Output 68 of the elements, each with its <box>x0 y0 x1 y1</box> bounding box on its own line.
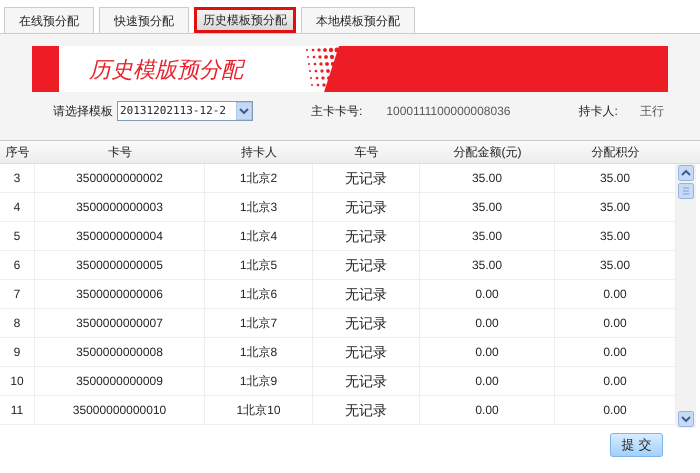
tab[interactable]: 快速预分配 <box>99 7 189 33</box>
table-cell: 0.00 <box>420 280 555 308</box>
table-cell: 0.00 <box>420 309 555 337</box>
table-cell: 35.00 <box>420 164 555 192</box>
scrollbar[interactable] <box>676 164 696 428</box>
table-cell: 1北京10 <box>205 396 313 424</box>
table-cell: 0.00 <box>420 367 555 395</box>
dropdown-icon <box>236 102 252 120</box>
column-header: 卡号 <box>107 144 133 161</box>
table-cell: 7 <box>0 280 35 308</box>
table-cell: 1北京8 <box>205 338 313 366</box>
table-cell: 3500000000004 <box>35 222 205 250</box>
tab[interactable]: 本地模板预分配 <box>301 7 415 33</box>
table-cell: 6 <box>0 251 35 279</box>
table-cell: 3500000000006 <box>35 280 205 308</box>
table-cell: 1北京7 <box>205 309 313 337</box>
table-cell: 3500000000008 <box>35 338 205 366</box>
table-cell: 1北京5 <box>205 251 313 279</box>
holder-label: 持卡人: <box>578 103 618 120</box>
table-cell: 1北京6 <box>205 280 313 308</box>
column-header: 分配金额(元) <box>452 144 522 161</box>
table-cell: 3500000000007 <box>35 309 205 337</box>
table-cell: 8 <box>0 309 35 337</box>
table-cell: 无记录 <box>313 396 420 424</box>
holder-value: 王行 <box>640 103 664 120</box>
table-cell: 1北京9 <box>205 367 313 395</box>
tab[interactable]: 在线预分配 <box>4 7 94 33</box>
table-cell: 35.00 <box>420 251 555 279</box>
table-cell: 1北京3 <box>205 193 313 221</box>
scroll-thumb-icon[interactable] <box>678 183 694 199</box>
scroll-up-icon[interactable] <box>678 165 694 181</box>
table-cell: 1北京2 <box>205 164 313 192</box>
table-cell: 无记录 <box>313 280 420 308</box>
table-cell: 3500000000003 <box>35 193 205 221</box>
column-header: 持卡人 <box>240 144 278 161</box>
column-header: 分配积分 <box>590 144 640 161</box>
table-cell: 3500000000009 <box>35 367 205 395</box>
banner-title: 历史模版预分配 <box>89 52 243 86</box>
table-cell: 无记录 <box>313 222 420 250</box>
table-cell: 35.00 <box>420 193 555 221</box>
table-cell: 1北京4 <box>205 222 313 250</box>
table-cell: 无记录 <box>313 338 420 366</box>
table-cell: 无记录 <box>313 251 420 279</box>
table-cell: 5 <box>0 222 35 250</box>
tab[interactable]: 历史模板预分配 <box>194 7 296 33</box>
table-cell: 4 <box>0 193 35 221</box>
table-cell: 3500000000002 <box>35 164 205 192</box>
table-cell: 9 <box>0 338 35 366</box>
table-cell: 无记录 <box>313 367 420 395</box>
template-label: 请选择模板 <box>53 103 113 120</box>
table-cell: 0.00 <box>420 396 555 424</box>
template-select[interactable]: 20131202113-12-2 <box>117 101 253 121</box>
table-cell: 无记录 <box>313 193 420 221</box>
main-card-value: 1000111100000008036 <box>386 103 510 120</box>
table-cell: 35.00 <box>420 222 555 250</box>
table-cell: 3 <box>0 164 35 192</box>
table-cell: 11 <box>0 396 35 424</box>
scroll-down-icon[interactable] <box>678 411 694 427</box>
table-cell: 3500000000005 <box>35 251 205 279</box>
column-header: 序号 <box>4 144 30 161</box>
table-cell: 无记录 <box>313 164 420 192</box>
main-card-label: 主卡卡号: <box>311 103 362 120</box>
table-cell: 无记录 <box>313 309 420 337</box>
table-cell: 10 <box>0 367 35 395</box>
submit-button[interactable]: 提 交 <box>610 433 663 457</box>
table-cell: 0.00 <box>420 338 555 366</box>
column-header: 车号 <box>354 144 380 161</box>
table-cell: 35000000000010 <box>35 396 205 424</box>
